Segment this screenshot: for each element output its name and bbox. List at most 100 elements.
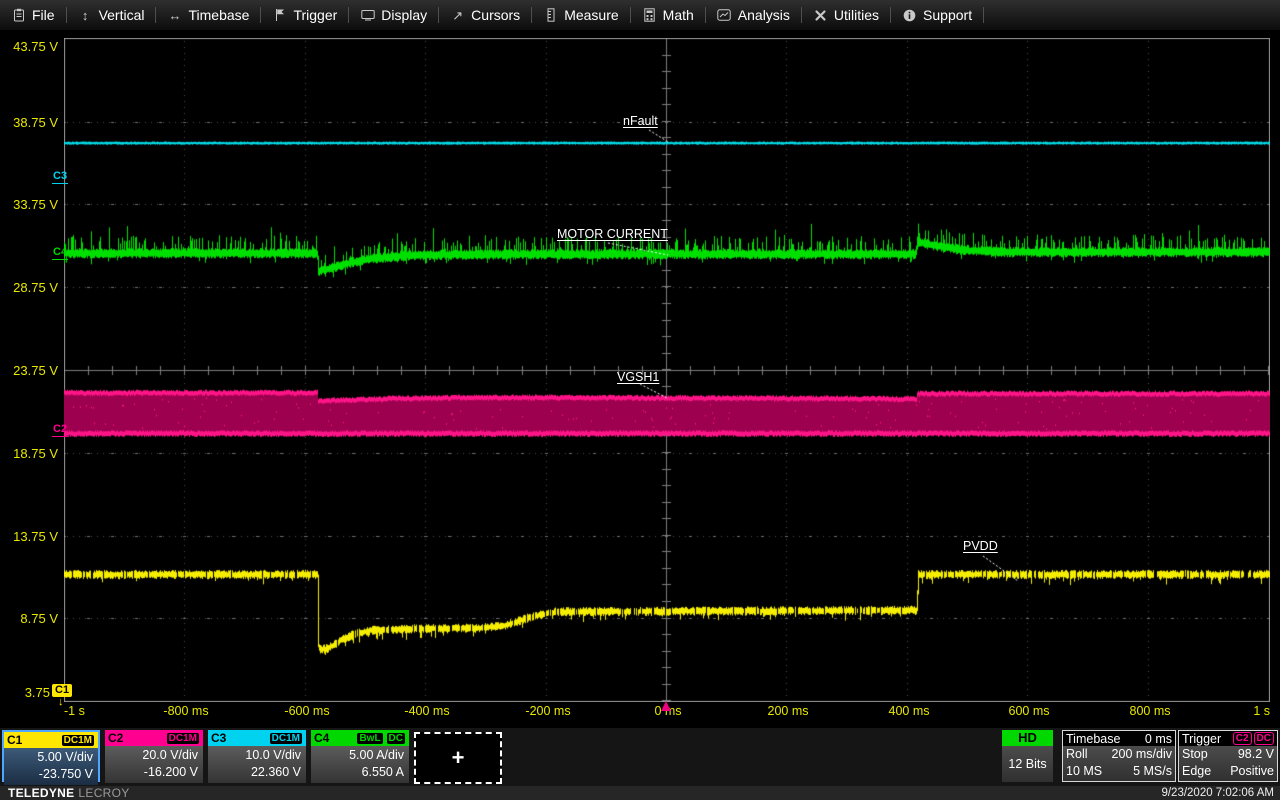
channel-id: C3	[211, 730, 226, 746]
cursor-arrow-icon: ↗	[450, 9, 465, 22]
menu-item-label: Trigger	[293, 7, 337, 23]
trace-label-motor-current[interactable]: MOTOR CURRENT	[557, 227, 668, 241]
menu-item-timebase[interactable]: ↔ Timebase	[156, 0, 260, 30]
v-axis-label: 43.75 V	[0, 39, 58, 54]
menu-item-support[interactable]: Support	[891, 0, 983, 30]
vertical-arrows-icon: ↕	[78, 9, 93, 22]
menu-item-cursors[interactable]: ↗ Cursors	[439, 0, 531, 30]
calculator-icon	[642, 8, 657, 22]
channel-header: C3 DC1M	[208, 730, 306, 746]
hd-bits: 12 Bits	[1002, 746, 1053, 782]
display-icon	[360, 9, 375, 21]
hd-mode-box[interactable]: HD 12 Bits	[1002, 730, 1053, 782]
channel-marker-c3[interactable]: C3	[52, 170, 68, 184]
channel-marker-c4[interactable]: C4	[52, 246, 68, 260]
menu-item-vertical[interactable]: ↕ Vertical	[67, 0, 156, 30]
t-axis-label: -800 ms	[151, 704, 221, 718]
channel-id: C1	[7, 732, 22, 748]
t-axis-label: -600 ms	[272, 704, 342, 718]
menu-separator	[983, 7, 984, 23]
vdiv-value: 10.0 V/div	[208, 747, 301, 764]
menu-item-measure[interactable]: Measure	[532, 0, 629, 30]
offset-value: -23.750 V	[4, 766, 93, 783]
menu-item-label: Vertical	[99, 7, 145, 23]
trigger-badge-group: C2 DC	[1233, 732, 1274, 745]
trigger-level: 98.2 V	[1238, 746, 1274, 763]
menu-item-label: Utilities	[834, 7, 879, 23]
timebase-header: Timebase 0 ms	[1063, 731, 1175, 746]
t-axis-label: -200 ms	[513, 704, 583, 718]
trigger-settings: Stop98.2 V EdgePositive	[1179, 746, 1277, 781]
brand-teledyne: TELEDYNE	[8, 786, 74, 800]
trigger-type: Edge	[1182, 763, 1211, 780]
trace-label-vgsh1[interactable]: VGSH1	[617, 370, 659, 384]
v-axis-label: 38.75 V	[0, 115, 58, 130]
badge-group: BwL DC	[356, 732, 406, 745]
menu-item-trigger[interactable]: Trigger	[261, 0, 348, 30]
trigger-header: Trigger C2 DC	[1179, 731, 1277, 746]
menu-item-math[interactable]: Math	[631, 0, 705, 30]
channel-box-c1[interactable]: C1 DC1M 5.00 V/div -23.750 V	[2, 730, 100, 782]
chart-icon	[717, 9, 732, 21]
datetime-display: 9/23/2020 7:02:06 AM	[1161, 787, 1280, 799]
menu-item-label: Analysis	[738, 7, 790, 23]
coupling-badge: DC1M	[269, 732, 303, 745]
timebase-scale: 200 ms/div	[1112, 746, 1172, 763]
trace-label-nfault[interactable]: nFault	[623, 114, 658, 128]
menu-item-analysis[interactable]: Analysis	[706, 0, 801, 30]
menu-item-label: Measure	[564, 7, 618, 23]
file-icon	[11, 8, 26, 22]
channel-id: C2	[108, 730, 123, 746]
menu-item-utilities[interactable]: Utilities	[802, 0, 890, 30]
timebase-settings: Roll200 ms/div 10 MS5 MS/s	[1063, 746, 1175, 781]
t-axis-label: 800 ms	[1115, 704, 1185, 718]
vdiv-value: 5.00 A/div	[311, 747, 404, 764]
timebase-memory: 10 MS	[1066, 763, 1102, 780]
menu-bar: File ↕ Vertical ↔ Timebase Trigger Displ…	[0, 0, 1280, 30]
channel-header: C4 BwL DC	[311, 730, 409, 746]
timebase-offset: 0 ms	[1145, 732, 1172, 746]
vdiv-value: 5.00 V/div	[4, 749, 93, 766]
vdiv-value: 20.0 V/div	[105, 747, 198, 764]
trigger-time-marker[interactable]	[661, 701, 671, 711]
hd-label: HD	[1002, 730, 1053, 746]
trigger-coupling-badge: DC	[1254, 732, 1274, 745]
offset-value: 22.360 V	[208, 764, 301, 781]
coupling-badge: DC1M	[166, 732, 200, 745]
waveform-display[interactable]	[64, 38, 1270, 702]
menu-item-display[interactable]: Display	[349, 0, 438, 30]
menu-item-label: Display	[381, 7, 427, 23]
t-axis-label: 200 ms	[753, 704, 823, 718]
channel-marker-c2[interactable]: C2	[52, 423, 68, 437]
add-trace-button[interactable]: +	[414, 732, 502, 784]
descriptor-bar: C1 DC1M 5.00 V/div -23.750 V C2 DC1M 20.…	[0, 728, 1280, 786]
trigger-mode: Stop	[1182, 746, 1208, 763]
ruler-icon	[543, 8, 558, 22]
offscreen-offset-arrow-icon: ↓	[58, 696, 64, 708]
t-axis-label: -400 ms	[392, 704, 462, 718]
brand-lecroy: LECROY	[78, 786, 129, 800]
trigger-source-badge: C2	[1233, 732, 1252, 745]
timebase-box[interactable]: Timebase 0 ms Roll200 ms/div 10 MS5 MS/s	[1062, 730, 1176, 782]
trigger-flag-icon	[272, 8, 287, 22]
v-axis-label: 3.75	[0, 685, 50, 700]
t-axis-label: 1 s	[1220, 704, 1270, 718]
trigger-box[interactable]: Trigger C2 DC Stop98.2 V EdgePositive	[1178, 730, 1278, 782]
menu-item-file[interactable]: File	[0, 0, 66, 30]
channel-box-c4[interactable]: C4 BwL DC 5.00 A/div 6.550 A	[311, 730, 409, 782]
status-footer: TELEDYNE LECROY 9/23/2020 7:02:06 AM	[0, 786, 1280, 800]
channel-box-c3[interactable]: C3 DC1M 10.0 V/div 22.360 V	[208, 730, 306, 782]
t-axis-label: 600 ms	[994, 704, 1064, 718]
channel-header: C1 DC1M	[4, 732, 98, 748]
waveform-area: 43.75 V 38.75 V 33.75 V 28.75 V 23.75 V …	[0, 30, 1280, 728]
v-axis-label: 8.75 V	[0, 611, 58, 626]
t-axis-label: 400 ms	[874, 704, 944, 718]
v-axis-label: 13.75 V	[0, 529, 58, 544]
trigger-title: Trigger	[1182, 732, 1221, 746]
channel-box-c2[interactable]: C2 DC1M 20.0 V/div -16.200 V	[105, 730, 203, 782]
horizontal-arrows-icon: ↔	[167, 9, 182, 22]
t-axis-label: -1 s	[64, 704, 114, 718]
coupling-badge: DC	[386, 732, 406, 745]
v-axis-label: 23.75 V	[0, 363, 58, 378]
trace-label-pvdd[interactable]: PVDD	[963, 539, 998, 553]
